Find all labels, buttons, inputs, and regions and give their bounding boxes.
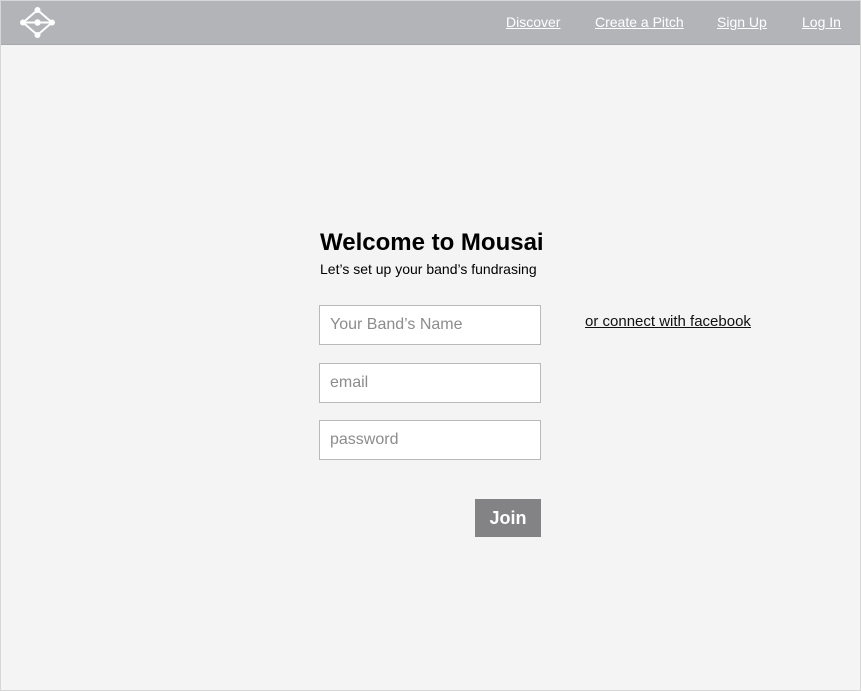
facebook-connect-link[interactable]: or connect with facebook <box>585 313 751 330</box>
page-title: Welcome to Mousai <box>320 229 544 256</box>
join-button[interactable]: Join <box>475 499 541 537</box>
logo-icon[interactable] <box>19 7 56 38</box>
nav-sign-up-link[interactable]: Sign Up <box>717 14 767 30</box>
nav-log-in-link[interactable]: Log In <box>802 14 841 30</box>
page-border <box>0 0 861 691</box>
top-navbar: Discover Create a Pitch Sign Up Log In <box>0 0 861 45</box>
email-input[interactable] <box>319 363 541 403</box>
nav-create-pitch-link[interactable]: Create a Pitch <box>595 14 684 30</box>
password-input[interactable] <box>319 420 541 460</box>
page-subtitle: Let’s set up your band’s fundrasing <box>320 261 537 277</box>
band-name-input[interactable] <box>319 305 541 345</box>
nav-discover-link[interactable]: Discover <box>506 14 560 30</box>
